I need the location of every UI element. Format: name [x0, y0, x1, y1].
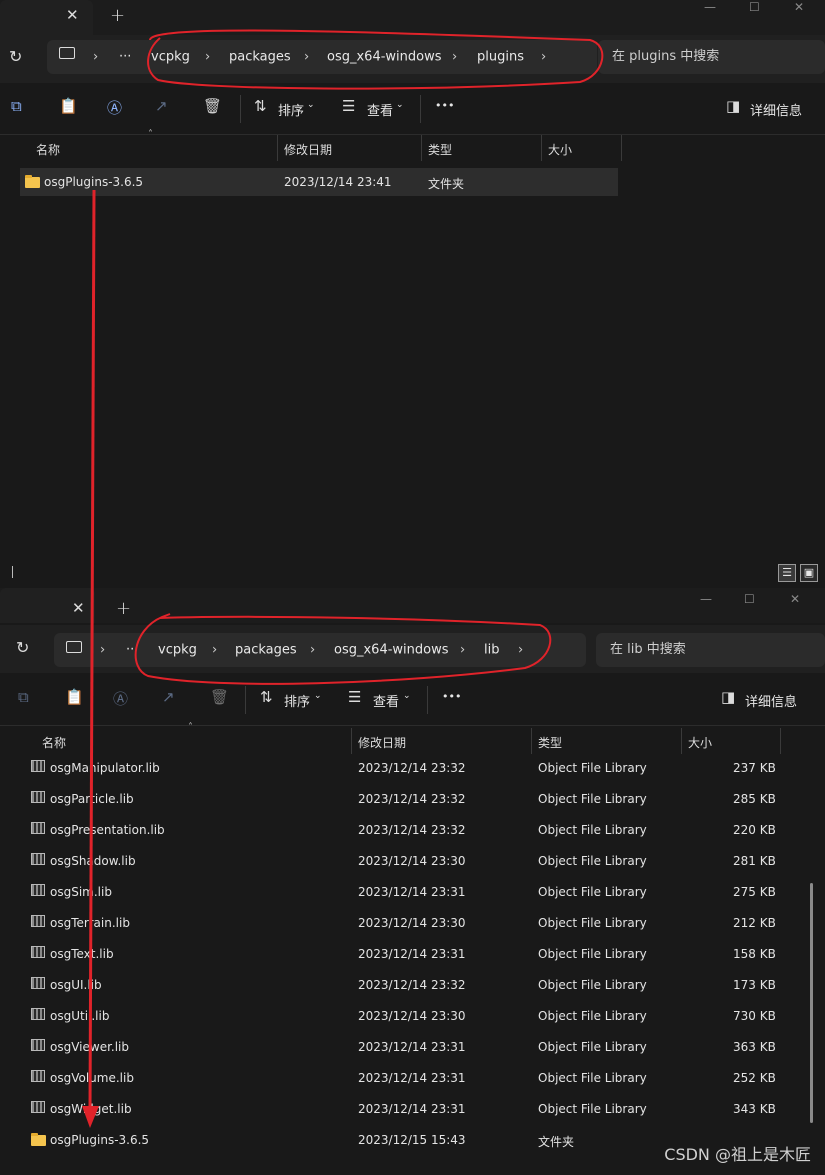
annotation-circle-top [147, 29, 604, 90]
annotation-arrow-head [82, 1106, 99, 1128]
annotation-layer [82, 29, 604, 1128]
annotation-circle-bottom [134, 613, 552, 685]
annotation-arrow-line [88, 189, 96, 1111]
watermark: CSDN @祖上是木匠 [664, 1145, 811, 1164]
